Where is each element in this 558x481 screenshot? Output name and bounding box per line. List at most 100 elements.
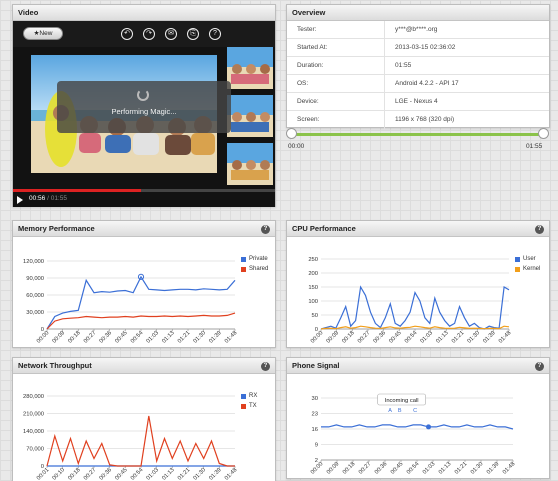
video-panel-title: Video (13, 5, 275, 21)
thumbnail[interactable] (227, 143, 273, 185)
series-line-signal (321, 424, 514, 430)
chart-title: Network Throughput (13, 358, 275, 374)
help-icon[interactable]: ? (535, 225, 544, 234)
overview-value: 1196 x 768 (320 dpi) (395, 116, 455, 123)
overview-row-tester: Tester: y***@b****.org (287, 21, 549, 39)
help-icon[interactable]: ? (261, 362, 270, 371)
overview-row-os: OS: Android 4.2.2 - API 17 (287, 75, 549, 93)
legend-item: Private (241, 255, 268, 265)
tooltip-text: Incoming call (385, 398, 419, 404)
x-tick-label: 00:36 (374, 461, 389, 476)
legend-label: RX (249, 393, 258, 399)
overview-row-duration: Duration: 01:55 (287, 57, 549, 75)
legend-item: RX (241, 392, 257, 402)
legend-swatch (241, 394, 246, 399)
timeline-start-handle[interactable] (286, 128, 297, 139)
x-tick-label: 00:10 (52, 467, 67, 481)
memory-chart: 030,00060,00090,000120,00000:00 00:09 00:1… (23, 259, 239, 345)
help-circle-icon[interactable]: ? (209, 28, 221, 40)
chart-title: Phone Signal (287, 358, 549, 374)
x-tick-label: 01:39 (208, 467, 223, 481)
x-tick-label: 01:48 (498, 330, 513, 345)
x-tick-label: 00:09 (52, 330, 67, 345)
x-tick-label: 00:45 (114, 467, 129, 481)
x-tick-label: 00:45 (390, 461, 405, 476)
x-tick-label: 01:48 (502, 461, 517, 476)
overview-value: y***@b****.org (395, 26, 438, 33)
timeline-end-label: 01:55 (526, 143, 543, 150)
time-display: 00:56 / 01:55 (29, 195, 67, 202)
legend-label: TX (249, 403, 257, 409)
event-marker: C (413, 408, 417, 414)
x-tick-label: 01:30 (470, 461, 485, 476)
y-tick-label: 150 (308, 285, 318, 291)
legend-item: Kernel (515, 265, 540, 275)
x-tick-label: 00:27 (358, 461, 373, 476)
undo-icon[interactable]: ↶ (121, 28, 133, 40)
mail-icon[interactable]: ✉ (165, 28, 177, 40)
chart-title: CPU Performance (287, 221, 549, 237)
redo-icon[interactable]: ↷ (143, 28, 155, 40)
event-marker: B (398, 408, 402, 414)
overview-key: Device: (287, 93, 385, 111)
cpu-performance-panel: CPU Performance ? 0 50 100 150 200 250 00:00 00… (286, 220, 550, 348)
x-tick-label: 00:00 (310, 330, 325, 345)
x-tick-label: 00:00 (36, 330, 51, 345)
signal-chart: 2916233000:00 00:09 00:18 00:27 00:36 00:45 00… (310, 393, 517, 476)
chart-legend: Private Shared (241, 255, 268, 275)
video-toolbar: ★New ↶ ↷ ✉ ⎘ ? (13, 21, 275, 47)
y-tick-label: 30 (312, 396, 318, 402)
timeline-end-handle[interactable] (538, 128, 549, 139)
play-icon[interactable] (17, 196, 23, 204)
x-tick-label: 01:13 (435, 330, 450, 345)
new-button[interactable]: ★New (23, 27, 63, 40)
video-panel: Video ★New ↶ ↷ ✉ ⎘ ? Performing Magic...… (12, 4, 276, 207)
chart-legend: RX TX (241, 392, 257, 412)
legend-label: Private (249, 256, 268, 262)
legend-label: User (523, 256, 536, 262)
x-tick-label: 01:30 (193, 330, 208, 345)
x-tick-label: 01:21 (451, 330, 466, 345)
x-tick-label: 01:39 (486, 461, 501, 476)
timeline-track[interactable] (290, 133, 544, 136)
legend-swatch (515, 257, 520, 262)
y-tick-label: 280,000 (23, 394, 44, 400)
time-total: / 01:55 (47, 195, 67, 202)
loading-text: Performing Magic... (111, 107, 177, 116)
link-icon[interactable]: ⎘ (187, 28, 199, 40)
y-tick-label: 250 (308, 257, 318, 263)
y-tick-label: 30,000 (26, 310, 44, 316)
legend-label: Kernel (523, 266, 541, 272)
x-tick-label: 00:18 (342, 461, 357, 476)
timeline-slider[interactable]: 00:00 01:55 (286, 128, 550, 154)
x-tick-label: 01:03 (146, 467, 161, 481)
thumbnail[interactable] (227, 47, 273, 89)
x-tick-label: 00:36 (99, 330, 114, 345)
y-tick-label: 200 (308, 271, 318, 277)
legend-swatch (241, 267, 246, 272)
thumbnail[interactable] (227, 95, 273, 137)
help-icon[interactable]: ? (535, 362, 544, 371)
spinner-icon (137, 89, 149, 101)
x-tick-label: 00:45 (388, 330, 403, 345)
event-marker: A (388, 408, 392, 414)
overview-key: Tester: (287, 21, 385, 39)
y-tick-label: 23 (312, 412, 318, 418)
x-tick-label: 01:48 (224, 330, 239, 345)
loading-overlay: Performing Magic... (57, 81, 231, 133)
overview-key: Screen: (287, 111, 385, 129)
x-tick-label: 00:54 (130, 467, 145, 481)
overview-row-screen: Screen: 1196 x 768 (320 dpi) (287, 111, 549, 129)
x-tick-label: 01:21 (454, 461, 469, 476)
video-player[interactable]: Performing Magic... (13, 47, 275, 189)
x-tick-label: 00:18 (67, 330, 82, 345)
y-tick-label: 60,000 (26, 293, 44, 299)
x-tick-label: 01:13 (161, 330, 176, 345)
overview-row-device: Device: LGE - Nexus 4 (287, 93, 549, 111)
series-line-user (320, 285, 510, 330)
chart-legend: User Kernel (515, 255, 540, 275)
overview-value: 01:55 (395, 62, 412, 69)
y-tick-label: 90,000 (26, 276, 44, 282)
network-chart: 070,000140,000210,000280,00000:01 00:10 00… (23, 394, 238, 481)
help-icon[interactable]: ? (261, 225, 270, 234)
